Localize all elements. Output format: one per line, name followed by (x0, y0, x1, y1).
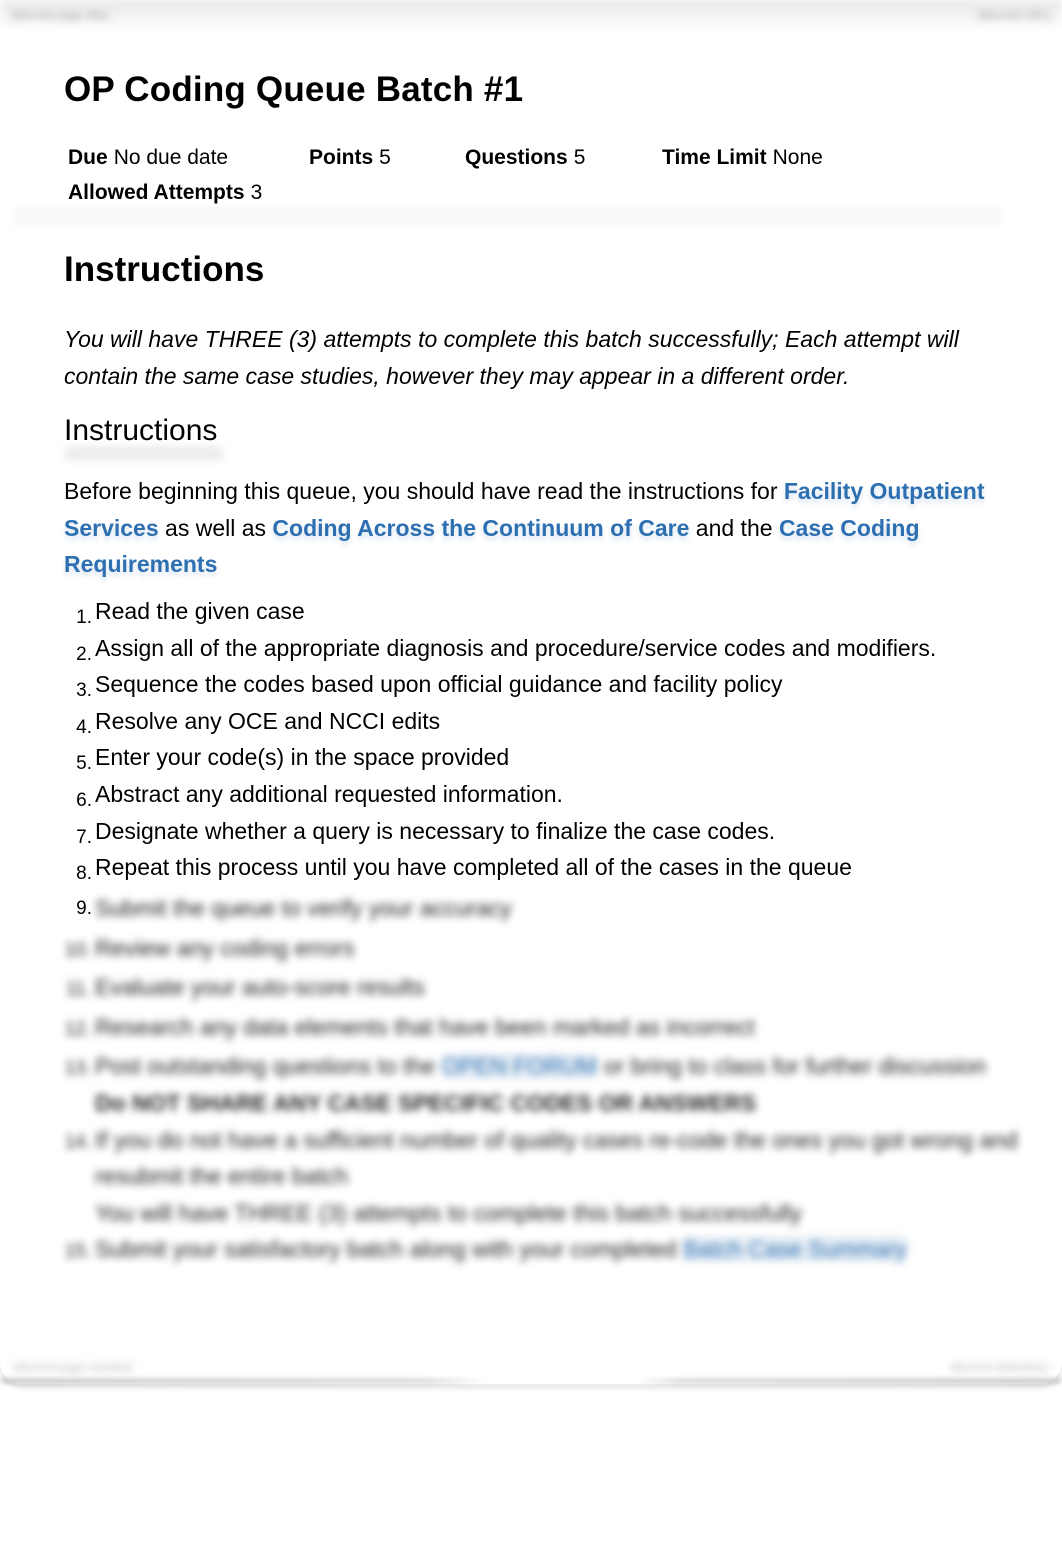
meta-time-limit-label: Time Limit (662, 146, 767, 169)
list-item: 15. Submit your satisfactory batch along… (64, 1231, 1024, 1271)
step-text-main: If you do not have a sufficient number o… (95, 1126, 1018, 1190)
subheading-shadow (64, 446, 224, 460)
list-item: 7. Designate whether a query is necessary… (64, 818, 1024, 855)
link-open-forum[interactable]: OPEN FORUM (441, 1053, 598, 1080)
list-item: 5. Enter your code(s) in the space provid… (64, 744, 1024, 781)
list-item: 12. Research any data elements that have … (64, 1009, 1024, 1049)
print-footer-page: [blurred page number] (14, 1360, 133, 1374)
list-item: 6. Abstract any additional requested info… (64, 781, 1024, 818)
step-text: Evaluate your auto-score results (95, 974, 425, 1001)
steps-list: 1. Read the given case 2. Assign all of th… (64, 598, 1024, 891)
step-subline: You will have THREE (3) attempts to comp… (95, 1199, 802, 1226)
print-footer-date: [blurred date/time] (951, 1360, 1048, 1374)
step-number: 1. (76, 607, 92, 628)
step-number: 15. (64, 1241, 91, 1263)
step-number: 5. (76, 753, 92, 775)
print-header-title: [blurred page title] (12, 8, 109, 22)
list-item: 14. If you do not have a sufficient numb… (64, 1122, 1024, 1232)
step-text: Post outstanding questions to the OPEN F… (95, 1048, 986, 1121)
prerequisite-paragraph: Before beginning this queue, you should … (64, 473, 994, 583)
page-title: OP Coding Queue Batch #1 (64, 70, 524, 109)
step-text: If you do not have a sufficient number o… (95, 1122, 1024, 1232)
meta-questions: Questions 5 (465, 140, 662, 175)
blurred-steps-list: 9.Submit the queue to verify your accura… (64, 890, 1024, 1271)
list-item: 8. Repeat this process until you have com… (64, 854, 1024, 891)
meta-points-label: Points (309, 146, 374, 169)
step-number: 3. (76, 680, 92, 702)
step-text: Abstract any additional requested inform… (95, 780, 563, 807)
print-header-url: [blurred URL] (978, 8, 1050, 22)
step-text: Assign all of the appropriate diagnosis … (95, 634, 937, 661)
meta-allowed-attempts: Allowed Attempts 3 (68, 175, 262, 210)
list-item: 4. Resolve any OCE and NCCI edits (64, 708, 1024, 745)
step-number-9: 9. (76, 898, 92, 919)
printed-page: [blurred page title] [blurred URL] OP Co… (0, 0, 1062, 1384)
paragraph-text-before: Before beginning this queue, you should … (64, 478, 784, 504)
step-text: Submit the queue to verify your accuracy (95, 895, 512, 921)
meta-time-limit: Time Limit None (662, 140, 823, 175)
step-number: 11. (65, 979, 91, 1001)
attempts-notice: You will have THREE (3) attempts to comp… (64, 326, 959, 389)
meta-allowed-attempts-value: 3 (250, 181, 263, 204)
step-text: Resolve any OCE and NCCI edits (95, 707, 441, 734)
link-batch-case-summary[interactable]: Batch Case Summary (683, 1236, 907, 1263)
step-number: 4. (76, 716, 92, 738)
step-number: 7. (76, 826, 92, 848)
paragraph-text-mid1: as well as (158, 514, 273, 541)
step-number: 6. (76, 789, 92, 811)
step-number: 12. (64, 1018, 91, 1040)
list-item: 10. Review any coding errors (64, 930, 1024, 970)
meta-questions-label: Questions (465, 146, 568, 169)
list-item: 1. Read the given case (64, 598, 1024, 635)
step-number: 10. (64, 939, 91, 961)
list-item: 3. Sequence the codes based upon official… (64, 671, 1024, 708)
step-text: Read the given case (95, 598, 305, 624)
step-text: Repeat this process until you have compl… (95, 854, 852, 881)
footer-divider (0, 1378, 1062, 1384)
do-not-share-warning: Do NOT SHARE ANY CASE SPECIFIC CODES OR … (95, 1089, 757, 1116)
meta-due-value: No due date (113, 146, 229, 169)
meta-points: Points 5 (309, 140, 465, 175)
list-item: 13. Post outstanding questions to the OP… (64, 1048, 1024, 1121)
step-number: 13. (64, 1058, 91, 1080)
section-divider (12, 207, 1002, 229)
meta-due-label: Due (68, 146, 108, 169)
meta-due: Due No due date (68, 140, 309, 175)
list-item: 11. Evaluate your auto-score results (64, 969, 1024, 1009)
meta-questions-value: 5 (573, 146, 586, 169)
instructions-heading: Instructions (64, 250, 265, 289)
print-header: [blurred page title] [blurred URL] (0, 0, 1062, 30)
meta-time-limit-value: None (772, 146, 823, 169)
meta-allowed-attempts-label: Allowed Attempts (68, 181, 245, 204)
step-text: Review any coding errors (95, 934, 355, 961)
list-item: 9.Submit the queue to verify your accura… (64, 890, 1024, 930)
step-text: Enter your code(s) in the space provided (95, 744, 510, 771)
step-text: Sequence the codes based upon official g… (95, 671, 783, 698)
quiz-meta: Due No due date Points 5 Questions 5 Time L… (68, 140, 1008, 210)
meta-points-value: 5 (379, 146, 391, 169)
step-number: 2. (76, 643, 92, 665)
step-text: Research any data elements that have bee… (95, 1013, 755, 1040)
step-text-before: Submit your satisfactory batch along wit… (95, 1236, 684, 1263)
link-coding-across-continuum[interactable]: Coding Across the Continuum of Care (272, 515, 689, 541)
step-text-after: or bring to class for further discussion (597, 1053, 987, 1080)
step-number: 14. (64, 1131, 91, 1153)
step-number: 8. (76, 863, 92, 885)
step-text-before: Post outstanding questions to the (95, 1053, 442, 1080)
step-text: Submit your satisfactory batch along wit… (95, 1231, 907, 1268)
instructions-subheading: Instructions (64, 414, 218, 447)
step-text: Designate whether a query is necessary t… (95, 817, 776, 844)
list-item: 2. Assign all of the appropriate diagnosi… (64, 635, 1024, 672)
paragraph-text-mid2: and the (689, 514, 779, 541)
